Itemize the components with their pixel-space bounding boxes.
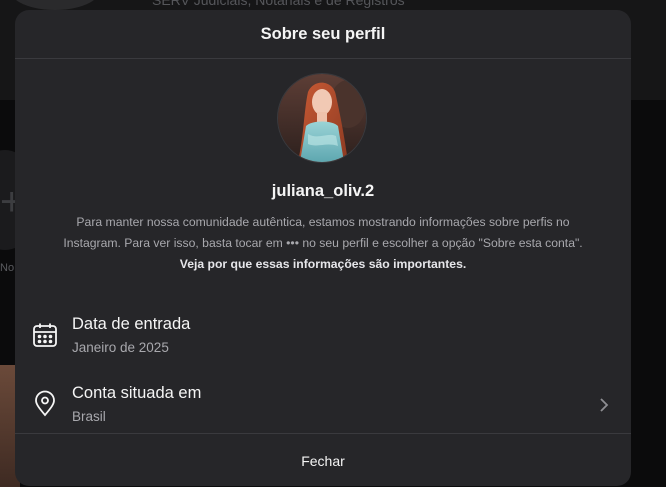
profile-username: juliana_oliv.2: [271, 182, 375, 200]
background-header-text: SERV Judiciais, Notariais e de Registros: [152, 0, 405, 8]
about-profile-modal: Sobre seu perfil juliana_oliv.2 Para man…: [15, 10, 631, 486]
account-location-row[interactable]: Conta situada em Brasil: [15, 376, 631, 436]
modal-header: Sobre seu perfil: [15, 10, 631, 59]
joined-date-value: Janeiro de 2025: [72, 340, 169, 355]
why-important-link[interactable]: Veja por que essas informações são impor…: [180, 257, 467, 271]
joined-date-row: Data de entrada Janeiro de 2025: [15, 307, 631, 367]
joined-date-label: Data de entrada: [72, 315, 191, 333]
avatar-image: [278, 74, 366, 162]
account-location-label: Conta situada em: [72, 384, 202, 402]
profile-avatar: [278, 74, 366, 162]
modal-footer: Fechar: [15, 433, 631, 486]
location-pin-icon: [31, 390, 59, 418]
description-text: Para manter nossa comunidade autêntica, …: [63, 215, 583, 250]
background-side-label: No: [0, 262, 15, 274]
chevron-right-icon: [597, 396, 611, 414]
modal-title: Sobre seu perfil: [260, 24, 386, 43]
close-button[interactable]: Fechar: [301, 453, 345, 469]
calendar-icon: [31, 321, 59, 349]
account-location-value: Brasil: [72, 409, 106, 424]
profile-info-description: Para manter nossa comunidade autêntica, …: [51, 212, 595, 275]
